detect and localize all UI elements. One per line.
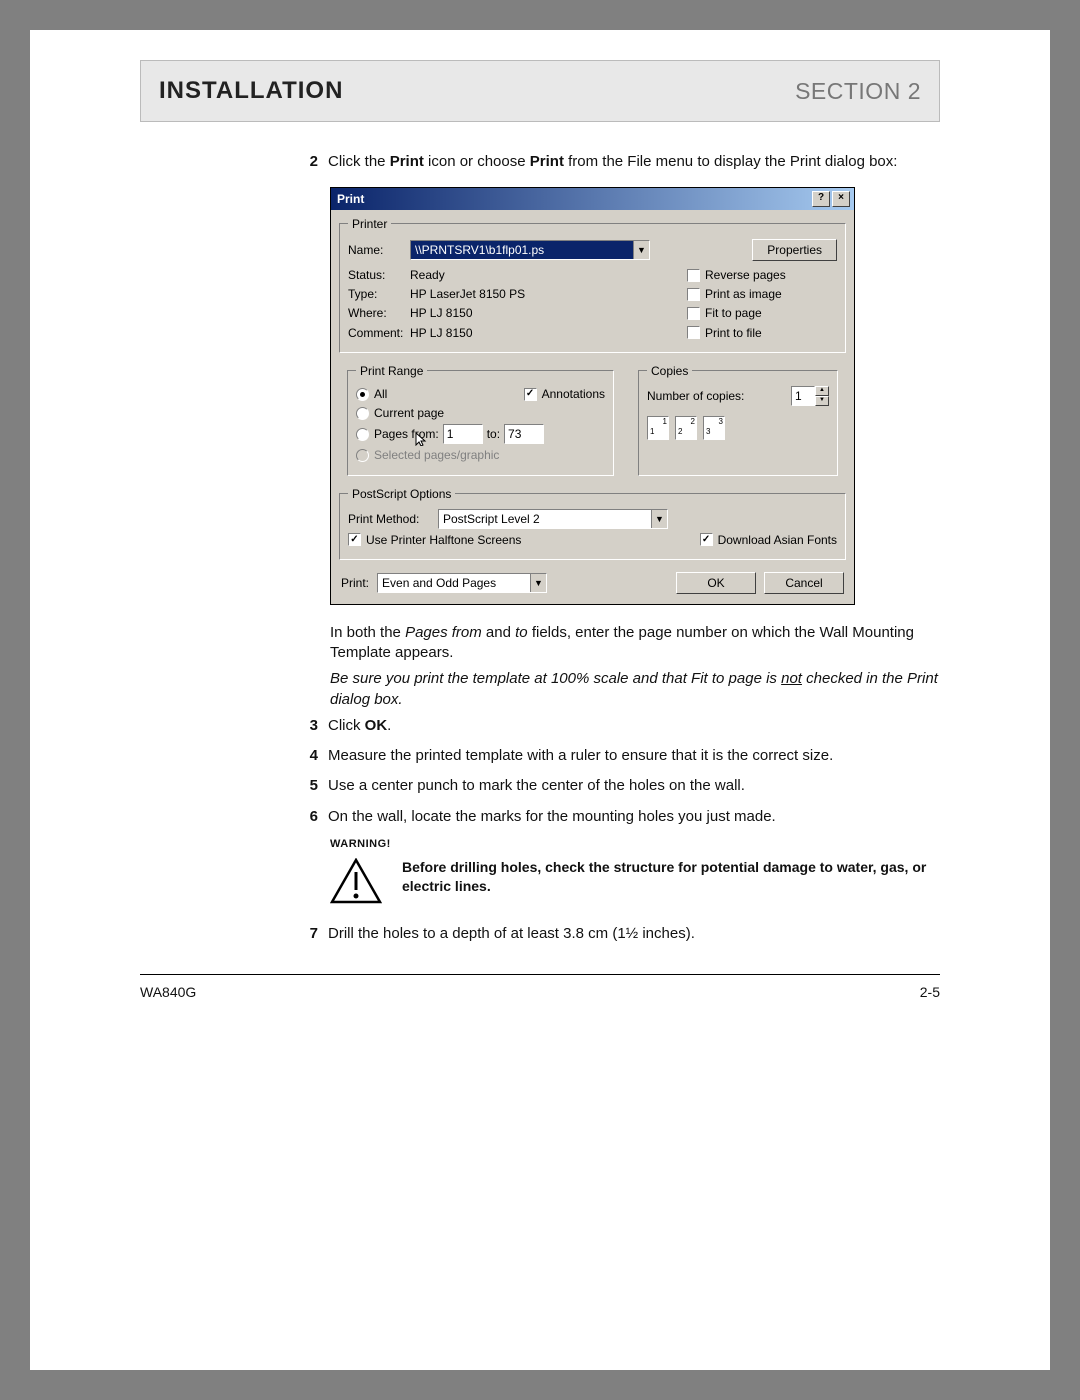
warning-block: WARNING! Before drilling holes, check th… [330,837,940,910]
properties-button[interactable]: Properties [752,239,837,261]
status-label: Status: [348,267,410,283]
halftone-checkbox[interactable]: ✓ [348,533,361,546]
chevron-down-icon[interactable]: ▼ [651,510,667,528]
type-value: HP LaserJet 8150 PS [410,286,525,302]
step-5: 5Use a center punch to mark the center o… [300,776,940,796]
printer-legend: Printer [348,216,391,232]
cancel-button[interactable]: Cancel [764,572,844,594]
step-7: 7Drill the holes to a depth of at least … [300,924,940,944]
printer-group: Printer Name: \\PRNTSRV1\b1flp01.ps ▼ Pr… [339,216,846,353]
printer-name-combo[interactable]: \\PRNTSRV1\b1flp01.ps ▼ [410,240,650,260]
collate-icon: 11 22 33 [647,416,829,440]
step-2: 2 Click the Print icon or choose Print f… [300,152,940,172]
print-method-combo[interactable]: PostScript Level 2 ▼ [438,509,668,529]
warning-icon [330,858,382,910]
range-legend: Print Range [356,363,427,379]
header-right: SECTION 2 [795,76,921,107]
selected-pages-radio [356,449,369,462]
document-page: INSTALLATION SECTION 2 2 Click the Print… [30,30,1050,1370]
chevron-down-icon[interactable]: ▼ [530,574,546,592]
comment-value: HP LJ 8150 [410,325,473,341]
dialog-title: Print [337,191,364,207]
note-scale: Be sure you print the template at 100% s… [330,669,940,710]
spinner-up-icon[interactable]: ▲ [815,386,829,396]
pages-from-input[interactable] [443,424,483,444]
step-number: 2 [300,152,328,172]
name-label: Name: [348,242,410,258]
copies-input[interactable] [791,386,815,406]
step-4: 4Measure the printed template with a rul… [300,746,940,766]
reverse-pages-checkbox[interactable] [687,269,700,282]
annotations-checkbox[interactable]: ✓ [524,388,537,401]
pages-to-input[interactable] [504,424,544,444]
current-page-radio[interactable] [356,407,369,420]
section-header: INSTALLATION SECTION 2 [140,60,940,122]
chevron-down-icon[interactable]: ▼ [633,241,649,259]
ok-button[interactable]: OK [676,572,756,594]
warning-label: WARNING! [330,837,940,852]
step-3: 3 Click OK. [300,716,940,736]
warning-text: Before drilling holes, check the structu… [402,858,940,896]
fit-to-page-checkbox[interactable] [687,307,700,320]
dialog-title-bar: Print ? × [331,188,854,210]
print-as-image-checkbox[interactable] [687,288,700,301]
note-pages-from: In both the Pages from and to fields, en… [330,623,940,664]
copies-legend: Copies [647,363,692,379]
pages-from-radio[interactable] [356,428,369,441]
spinner-down-icon[interactable]: ▼ [815,396,829,406]
print-to-file-checkbox[interactable] [687,326,700,339]
header-left: INSTALLATION [159,75,343,107]
print-dialog: Print ? × Printer Name: \\PRNTSRV1\b1flp… [330,187,855,605]
footer-rule [140,974,940,975]
close-icon[interactable]: × [832,191,850,207]
page-footer: WA840G 2-5 [140,983,940,1002]
step-body: Click the Print icon or choose Print fro… [328,152,940,172]
comment-label: Comment: [348,325,410,341]
print-filter-label: Print: [341,575,369,591]
postscript-group: PostScript Options Print Method: PostScr… [339,486,846,560]
print-range-group: Print Range All ✓Annotations Current pag… [347,363,614,476]
all-radio[interactable] [356,388,369,401]
print-method-label: Print Method: [348,511,438,527]
status-value: Ready [410,267,445,283]
where-value: HP LJ 8150 [410,305,473,321]
footer-right: 2-5 [920,983,940,1002]
step-6: 6On the wall, locate the marks for the m… [300,807,940,827]
ps-legend: PostScript Options [348,486,455,502]
where-label: Where: [348,305,410,321]
asian-fonts-checkbox[interactable]: ✓ [700,533,713,546]
copies-group: Copies Number of copies: ▲▼ 11 22 33 [638,363,838,476]
cursor-icon [415,432,429,446]
help-icon[interactable]: ? [812,191,830,207]
type-label: Type: [348,286,410,302]
print-filter-combo[interactable]: Even and Odd Pages ▼ [377,573,547,593]
footer-left: WA840G [140,983,196,1002]
copies-spinner[interactable]: ▲▼ [791,386,829,406]
